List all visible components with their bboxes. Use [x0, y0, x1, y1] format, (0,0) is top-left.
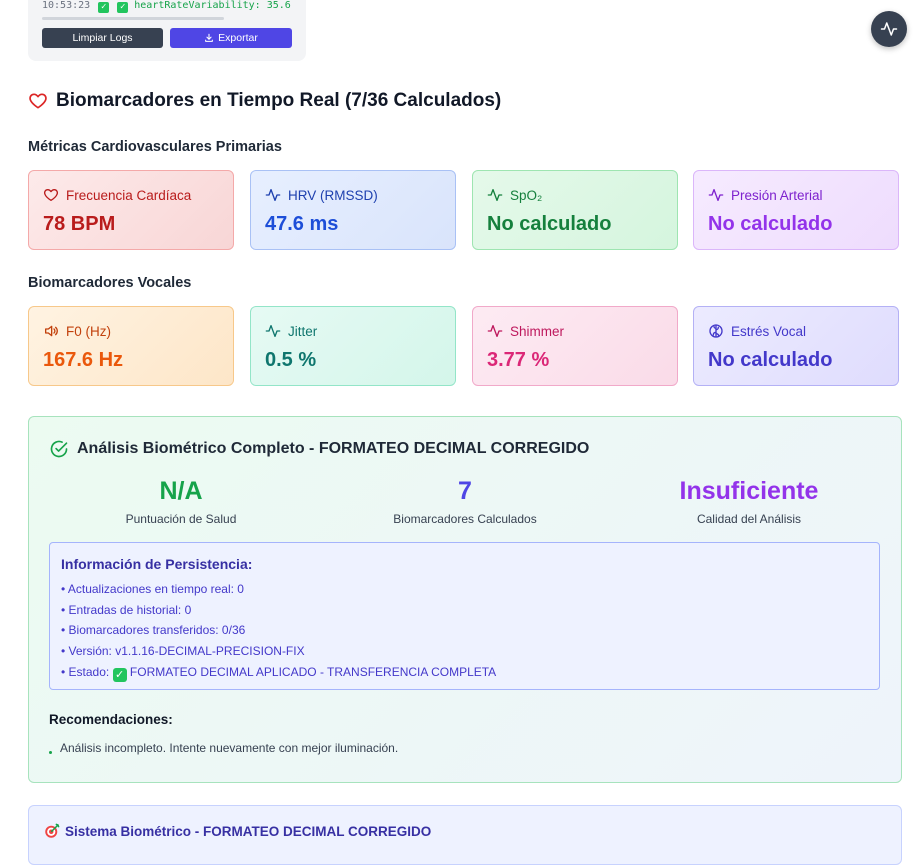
log-scrollbar[interactable]: [42, 17, 224, 20]
activity-icon: [880, 22, 898, 36]
shimmer-label: Shimmer: [510, 323, 565, 339]
blood-pressure-value: No calculado: [708, 213, 833, 235]
vocal-stress-label: Estrés Vocal: [731, 323, 807, 339]
log-time: 10:53:23: [42, 0, 91, 11]
blood-pressure-label: Presión Arterial: [731, 187, 823, 203]
heart-rate-label: Frecuencia Cardíaca: [66, 187, 192, 203]
analysis-panel: Análisis Biométrico Completo - FORMATEO …: [28, 416, 902, 783]
heart-rate-card: Frecuencia Cardíaca 78 BPM: [28, 170, 234, 250]
hrv-label: HRV (RMSSD): [288, 187, 378, 203]
status-prefix: • Estado:: [61, 664, 113, 679]
target-icon: [45, 823, 60, 838]
analysis-quality-value: Insuficiente: [679, 477, 819, 505]
blood-pressure-card: Presión Arterial No calculado: [693, 170, 899, 250]
activity-icon: [708, 189, 724, 201]
bullet-dot: [49, 750, 52, 754]
heart-icon: [44, 189, 58, 201]
vocal-section-title: Biomarcadores Vocales: [28, 275, 192, 291]
check-circle-icon: [50, 440, 68, 458]
heart-rate-value: 78 BPM: [43, 213, 116, 235]
f0-card: F0 (Hz) 167.6 Hz: [28, 306, 234, 386]
activity-icon: [487, 325, 503, 337]
analysis-quality-label: Calidad del Análisis: [696, 512, 802, 526]
f0-value: 167.6 Hz: [43, 349, 124, 371]
list-item: • Estado: ✓ FORMATEO DECIMAL APLICADO - …: [61, 664, 496, 685]
analysis-title-text: Análisis Biométrico Completo - FORMATEO …: [77, 440, 590, 457]
system-panel: Sistema Biométrico - FORMATEO DECIMAL CO…: [28, 805, 902, 865]
analysis-title: Análisis Biométrico Completo - FORMATEO …: [49, 439, 589, 459]
download-icon: [205, 33, 214, 42]
biomarkers-count-stat: 7 Biomarcadores Calculados: [335, 477, 595, 526]
persistence-list: • Actualizaciones en tiempo real: 0 • En…: [61, 581, 496, 684]
jitter-label: Jitter: [288, 323, 318, 339]
export-label: Exportar: [218, 32, 258, 44]
volume-icon: [45, 325, 58, 337]
persistence-title: Información de Persistencia:: [61, 556, 253, 572]
log-panel: 10:53:23 ✓ ✓ heartRateVariability: 35.6 …: [28, 0, 306, 61]
f0-label: F0 (Hz): [66, 323, 111, 339]
log-entry: 10:53:23 ✓ ✓ heartRateVariability: 35.6: [42, 0, 291, 13]
spo2-card: SpO₂ No calculado: [472, 170, 678, 250]
activity-icon: [265, 325, 281, 337]
activity-icon: [487, 189, 503, 201]
health-score-label: Puntuación de Salud: [125, 512, 237, 526]
recommendations-title: Recomendaciones:: [49, 712, 173, 727]
blood-pressure-label-row: Presión Arterial: [708, 187, 823, 203]
check-icon: ✓: [112, 667, 127, 682]
spo2-label-row: SpO₂: [487, 187, 542, 203]
cardio-section-title: Métricas Cardiovasculares Primarias: [28, 139, 282, 155]
log-message: heartRateVariability: 35.6: [134, 0, 291, 11]
spo2-value: No calculado: [487, 213, 612, 235]
list-item: • Biomarcadores transferidos: 0/36: [61, 623, 246, 638]
f0-label-row: F0 (Hz): [43, 323, 111, 339]
recommendation-text: Análisis incompleto. Intente nuevamente …: [60, 741, 399, 755]
health-score-value: N/A: [159, 477, 203, 505]
shimmer-label-row: Shimmer: [487, 323, 564, 339]
system-title: Sistema Biométrico - FORMATEO DECIMAL CO…: [43, 822, 431, 840]
heart-icon: [29, 93, 47, 109]
list-item: • Entradas de historial: 0: [61, 602, 192, 617]
spo2-label: SpO₂: [510, 187, 543, 203]
biomarkers-count-label: Biomarcadores Calculados: [393, 512, 537, 526]
clear-logs-button[interactable]: Limpiar Logs: [42, 28, 163, 48]
export-button[interactable]: Exportar: [170, 28, 292, 48]
vocal-stress-value: No calculado: [708, 349, 833, 371]
jitter-value: 0.5 %: [265, 349, 317, 371]
jitter-card: Jitter 0.5 %: [250, 306, 456, 386]
brain-icon: [709, 324, 723, 338]
jitter-label-row: Jitter: [265, 323, 317, 339]
page-title-text: Biomarcadores en Tiempo Real (7/36 Calcu…: [56, 90, 502, 111]
vocal-stress-label-row: Estrés Vocal: [708, 323, 806, 339]
recommendation-item: Análisis incompleto. Intente nuevamente …: [49, 741, 398, 755]
status-text: FORMATEO DECIMAL APLICADO - TRANSFERENCI…: [129, 664, 497, 679]
analysis-quality-stat: Insuficiente Calidad del Análisis: [619, 477, 879, 526]
heart-rate-label-row: Frecuencia Cardíaca: [43, 187, 191, 203]
activity-monitor-button[interactable]: [871, 11, 907, 47]
shimmer-value: 3.77 %: [487, 349, 550, 371]
activity-icon: [265, 189, 281, 201]
hrv-card: HRV (RMSSD) 47.6 ms: [250, 170, 456, 250]
hrv-value: 47.6 ms: [265, 213, 339, 235]
check-icon: ✓: [117, 2, 129, 13]
persistence-info: Información de Persistencia: • Actualiza…: [49, 542, 880, 690]
biomarkers-count-value: 7: [458, 477, 472, 505]
list-item: • Actualizaciones en tiempo real: 0: [61, 582, 244, 596]
check-icon: ✓: [98, 2, 110, 13]
list-item: • Versión: v1.1.16-DECIMAL-PRECISION-FIX: [61, 644, 305, 659]
page-title: Biomarcadores en Tiempo Real (7/36 Calcu…: [28, 90, 501, 112]
hrv-label-row: HRV (RMSSD): [265, 187, 378, 203]
shimmer-card: Shimmer 3.77 %: [472, 306, 678, 386]
vocal-stress-card: Estrés Vocal No calculado: [693, 306, 899, 386]
system-title-text: Sistema Biométrico - FORMATEO DECIMAL CO…: [65, 823, 432, 839]
health-score-stat: N/A Puntuación de Salud: [51, 477, 311, 526]
